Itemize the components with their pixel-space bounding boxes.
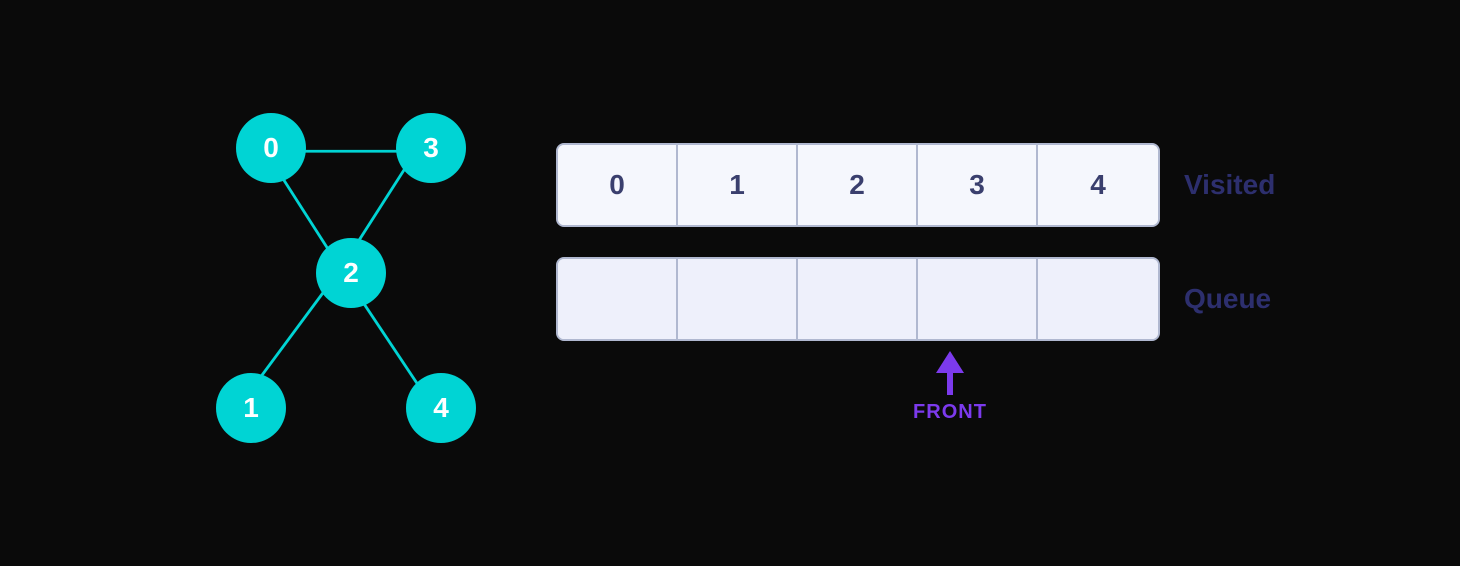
- front-label: FRONT: [913, 401, 987, 424]
- visited-label: Visited: [1184, 169, 1284, 201]
- queue-cell-1: [678, 259, 798, 339]
- front-arrow-shaft: [947, 373, 953, 395]
- front-indicator: FRONT: [616, 341, 1284, 424]
- visited-cell-2: 2: [798, 145, 918, 225]
- queue-array: [556, 257, 1160, 341]
- queue-row: Queue: [556, 257, 1284, 341]
- queue-cell-2: [798, 259, 918, 339]
- main-container: 0 3 2 1 4 0 1 2 3 4 Visited: [176, 93, 1284, 473]
- visited-row: 0 1 2 3 4 Visited: [556, 143, 1284, 227]
- node-0: 0: [236, 113, 306, 183]
- front-arrow-head: [936, 351, 964, 373]
- queue-cell-4: [1038, 259, 1158, 339]
- visited-cell-3: 3: [918, 145, 1038, 225]
- graph-container: 0 3 2 1 4: [176, 93, 496, 473]
- visited-array: 0 1 2 3 4: [556, 143, 1160, 227]
- queue-label: Queue: [1184, 283, 1284, 315]
- queue-cell-0: [558, 259, 678, 339]
- node-4: 4: [406, 373, 476, 443]
- visited-cell-1: 1: [678, 145, 798, 225]
- node-1: 1: [216, 373, 286, 443]
- queue-cell-3: [918, 259, 1038, 339]
- node-3: 3: [396, 113, 466, 183]
- node-2: 2: [316, 238, 386, 308]
- visited-cell-0: 0: [558, 145, 678, 225]
- visited-cell-4: 4: [1038, 145, 1158, 225]
